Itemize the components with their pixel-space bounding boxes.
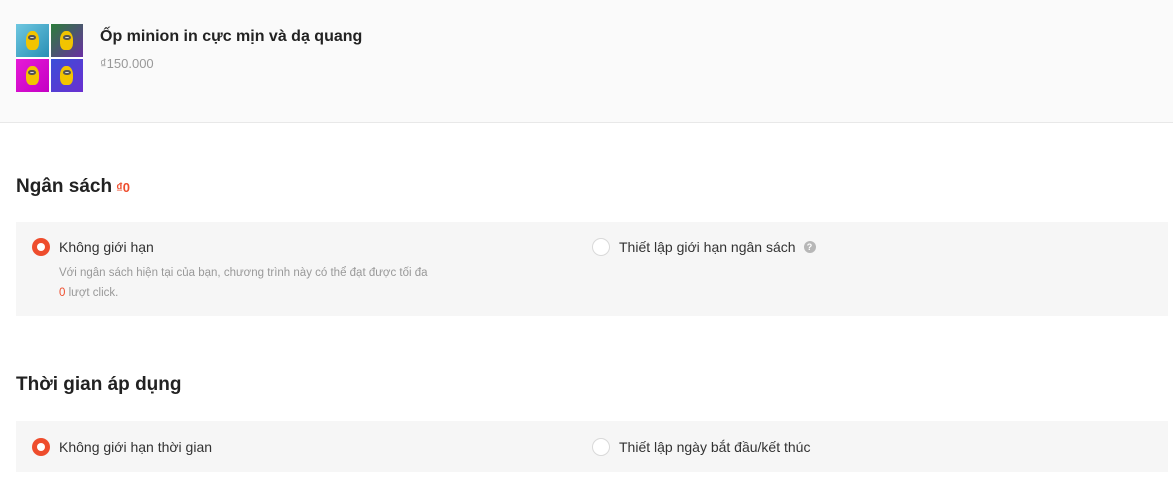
budget-section-title: Ngân sách ₫0 <box>16 176 130 198</box>
product-thumbnail <box>16 24 83 92</box>
budget-option-unlimited[interactable]: Không giới hạn <box>32 238 154 256</box>
schedule-panel: Không giới hạn thời gian Thiết lập ngày … <box>16 421 1168 472</box>
budget-amount: ₫0 <box>116 180 130 195</box>
budget-hint-suffix: lượt click. <box>65 287 119 299</box>
radio-checked-icon[interactable] <box>32 238 50 256</box>
budget-title: Ngân sách <box>16 176 113 197</box>
product-price: ₫150.000 <box>100 56 154 71</box>
thumbnail-tile <box>50 24 83 57</box>
option-label: Thiết lập giới hạn ngân sách <box>619 239 796 255</box>
schedule-option-set-dates[interactable]: Thiết lập ngày bắt đầu/kết thúc <box>592 438 810 456</box>
radio-checked-icon[interactable] <box>32 438 50 456</box>
option-label: Không giới hạn thời gian <box>59 439 213 455</box>
budget-hint-line2: 0 lượt click. <box>59 283 428 303</box>
radio-unchecked-icon[interactable] <box>592 438 610 456</box>
schedule-option-unlimited[interactable]: Không giới hạn thời gian <box>32 438 212 456</box>
option-label: Không giới hạn <box>59 239 154 255</box>
question-icon[interactable]: ? <box>803 241 816 253</box>
option-label: Thiết lập ngày bắt đầu/kết thúc <box>619 439 811 455</box>
budget-hint-line1: Với ngân sách hiện tại của bạn, chương t… <box>59 267 428 279</box>
product-card: Ốp minion in cực mịn và dạ quang ₫150.00… <box>0 0 1173 123</box>
budget-option-set-limit[interactable]: Thiết lập giới hạn ngân sách ? <box>592 238 816 256</box>
budget-hint: Với ngân sách hiện tại của bạn, chương t… <box>59 263 428 303</box>
thumbnail-tile <box>16 24 49 57</box>
thumbnail-tile <box>50 59 83 92</box>
radio-unchecked-icon[interactable] <box>592 238 610 256</box>
budget-panel: Không giới hạn Thiết lập giới hạn ngân s… <box>16 222 1168 316</box>
product-name: Ốp minion in cực mịn và dạ quang <box>100 28 363 45</box>
schedule-section-title: Thời gian áp dụng <box>16 374 182 395</box>
thumbnail-tile <box>16 59 49 92</box>
